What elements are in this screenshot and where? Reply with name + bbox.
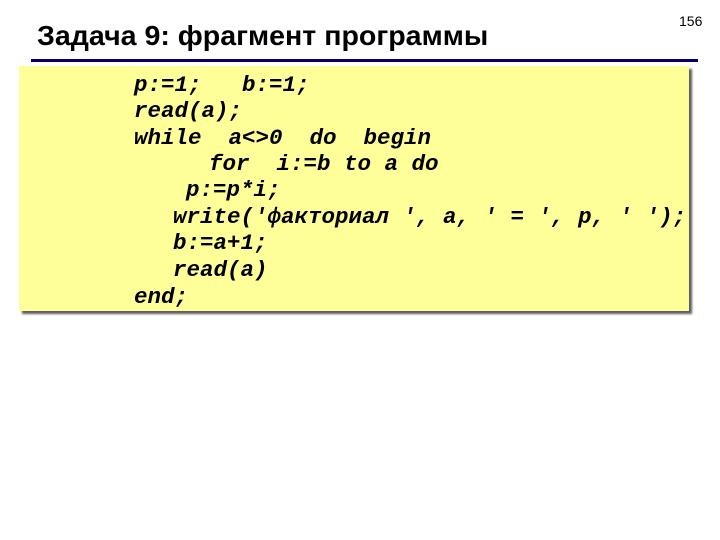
code-line: for i:=b to a do — [209, 151, 439, 177]
code-line: write('факториал ', a, ' = ', p, ' '); — [173, 204, 687, 230]
code-line: p:=p*i; — [186, 177, 281, 203]
code-line: read(a) — [173, 257, 268, 283]
code-line: p:=1; b:=1; — [134, 72, 310, 98]
title-underline — [31, 59, 698, 62]
code-line: end; — [134, 284, 189, 310]
code-line: b:=a+1; — [173, 230, 268, 256]
code-line: while a<>0 do begin — [134, 125, 432, 151]
slide-title: Задача 9: фрагмент программы — [37, 20, 489, 51]
code-line: read(a); — [134, 98, 243, 124]
slide-number: 156 — [679, 13, 703, 29]
code-block: p:=1; b:=1; read(a); while a<>0 do begin… — [19, 66, 689, 311]
